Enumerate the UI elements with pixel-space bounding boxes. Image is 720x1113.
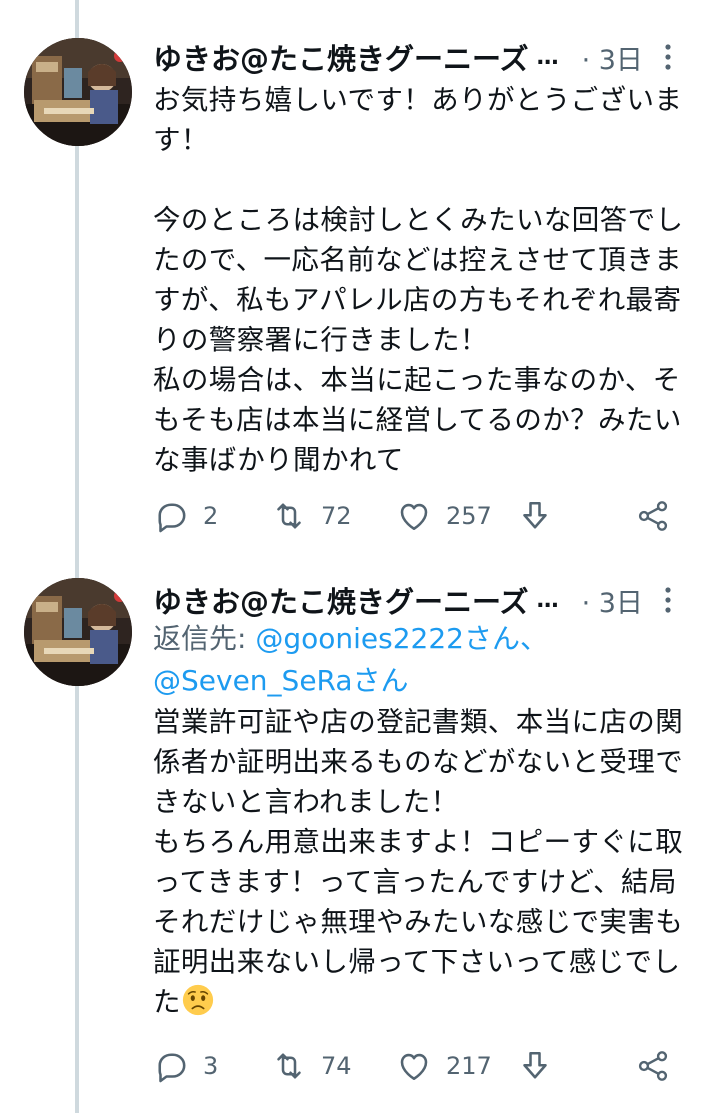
reply-icon xyxy=(158,503,186,533)
tweet-text-block: 営業許可証や店の登記書類、本当に店の関係者か証明出来るものなどがないと受理できな… xyxy=(153,702,698,1022)
reply-count: 2 xyxy=(203,502,219,530)
action-bar: 2 72 257 xyxy=(153,494,683,538)
retweet-button[interactable]: 72 xyxy=(271,494,352,538)
tweet-text: 営業許可証や店の登記書類、本当に店の関係者か証明出来るものなどがないと受理できな… xyxy=(153,706,684,1018)
like-count: 257 xyxy=(446,502,492,530)
name-ellipsis: … xyxy=(536,587,560,613)
retweet-button[interactable]: 74 xyxy=(271,1044,352,1088)
reply-to-line: 返信先: @goonies2222さん、 @Seven_SeRaさん xyxy=(153,618,693,702)
download-icon xyxy=(523,1051,547,1079)
retweet-count: 74 xyxy=(321,1052,352,1080)
download-button[interactable] xyxy=(517,494,553,538)
share-icon xyxy=(638,501,668,531)
name-ellipsis: … xyxy=(536,44,560,70)
reply-button[interactable]: 2 xyxy=(153,494,218,538)
heart-icon xyxy=(400,503,428,531)
reply-prefix: 返信先: xyxy=(153,622,256,655)
reply-button[interactable]: 3 xyxy=(153,1044,218,1088)
tweet-header: ゆきお@たこ焼きグーニーズ … · 3日 xyxy=(153,37,700,77)
tweet-text: お気持ち嬉しいです！ありがとうございます！ 今のところは検討しとくみたいな回答で… xyxy=(153,84,684,476)
retweet-count: 72 xyxy=(321,502,352,530)
like-button[interactable]: 217 xyxy=(396,1044,492,1088)
more-icon[interactable] xyxy=(656,582,680,618)
tweet[interactable]: ゆきお@たこ焼きグーニーズ … · 3日 返信先: @goonies2222さん… xyxy=(0,560,720,1113)
download-icon xyxy=(523,501,547,529)
more-icon[interactable] xyxy=(656,39,680,75)
reply-icon xyxy=(158,1053,186,1083)
action-bar: 3 74 217 xyxy=(153,1044,683,1088)
avatar[interactable] xyxy=(24,578,132,686)
mention-separator: 、 xyxy=(519,622,548,655)
retweet-icon xyxy=(277,1053,301,1079)
heart-icon xyxy=(400,1053,428,1081)
worried-face-icon xyxy=(182,984,214,1016)
display-name[interactable]: ゆきお@たこ焼きグーニーズ xyxy=(153,579,529,621)
tweet[interactable]: ゆきお@たこ焼きグーニーズ … · 3日 お気持ち嬉しいです！ありがとうございま… xyxy=(0,0,720,560)
share-button[interactable] xyxy=(635,1044,671,1088)
tweet-header: ゆきお@たこ焼きグーニーズ … · 3日 xyxy=(153,580,700,620)
avatar[interactable] xyxy=(24,38,132,146)
timestamp[interactable]: · 3日 xyxy=(582,581,643,620)
share-button[interactable] xyxy=(635,494,671,538)
like-count: 217 xyxy=(446,1052,492,1080)
retweet-icon xyxy=(277,503,301,529)
mention-link[interactable]: @goonies2222さん xyxy=(255,622,520,655)
reply-count: 3 xyxy=(203,1052,219,1080)
timestamp[interactable]: · 3日 xyxy=(582,38,643,77)
like-button[interactable]: 257 xyxy=(396,494,492,538)
mention-link[interactable]: @Seven_SeRaさん xyxy=(153,664,409,697)
share-icon xyxy=(638,1051,668,1081)
download-button[interactable] xyxy=(517,1044,553,1088)
display-name[interactable]: ゆきお@たこ焼きグーニーズ xyxy=(153,36,529,78)
